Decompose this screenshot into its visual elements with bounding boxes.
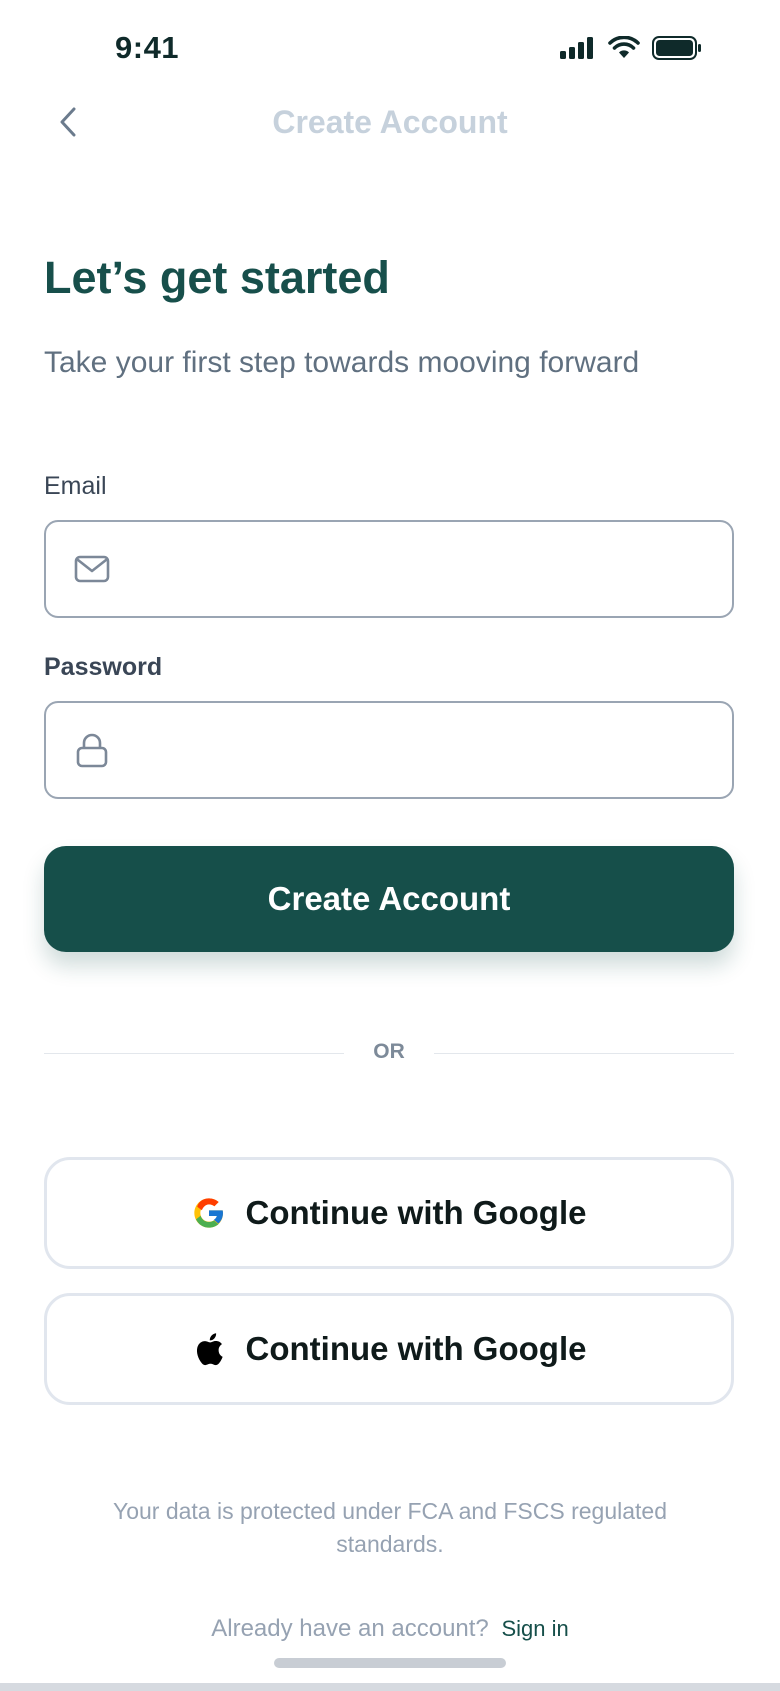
- email-field[interactable]: [44, 520, 734, 618]
- lock-icon: [74, 732, 110, 768]
- password-field[interactable]: [44, 701, 734, 799]
- signin-row: Already have an account? Sign in: [0, 1615, 780, 1643]
- status-bar: 9:41: [0, 0, 780, 100]
- continue-with-apple-button[interactable]: Continue with Google: [44, 1293, 734, 1405]
- email-label: Email: [44, 472, 107, 500]
- password-input[interactable]: [110, 702, 732, 798]
- sign-in-link[interactable]: Sign in: [501, 1616, 568, 1641]
- page-subtitle: Take your first step towards mooving for…: [44, 346, 640, 379]
- password-label: Password: [44, 653, 163, 681]
- create-account-button[interactable]: Create Account: [44, 846, 734, 952]
- divider-label: OR: [373, 1040, 405, 1063]
- bottom-edge: [0, 1683, 780, 1691]
- continue-with-google-button[interactable]: Continue with Google: [44, 1157, 734, 1269]
- status-time: 9:41: [115, 30, 180, 65]
- continue-with-google-label: Continue with Google: [245, 1194, 587, 1231]
- page-title: Let’s get started: [44, 252, 390, 303]
- mail-icon: [74, 551, 110, 587]
- wifi-icon: [608, 35, 640, 65]
- status-icons: [560, 35, 702, 65]
- nav-bar: Create Account: [0, 88, 780, 158]
- cellular-signal-icon: [560, 37, 596, 64]
- data-protection-notice: Your data is protected under FCA and FSC…: [112, 1498, 668, 1557]
- or-divider: OR: [44, 1040, 734, 1066]
- signin-prompt: Already have an account?: [211, 1615, 489, 1642]
- email-input[interactable]: [110, 521, 732, 617]
- home-indicator: [274, 1658, 506, 1668]
- divider-line-right: [434, 1053, 734, 1054]
- apple-icon: [192, 1332, 226, 1366]
- nav-title: Create Account: [272, 104, 508, 140]
- google-icon: [192, 1196, 226, 1230]
- battery-icon: [652, 36, 702, 65]
- continue-with-apple-label: Continue with Google: [245, 1330, 587, 1367]
